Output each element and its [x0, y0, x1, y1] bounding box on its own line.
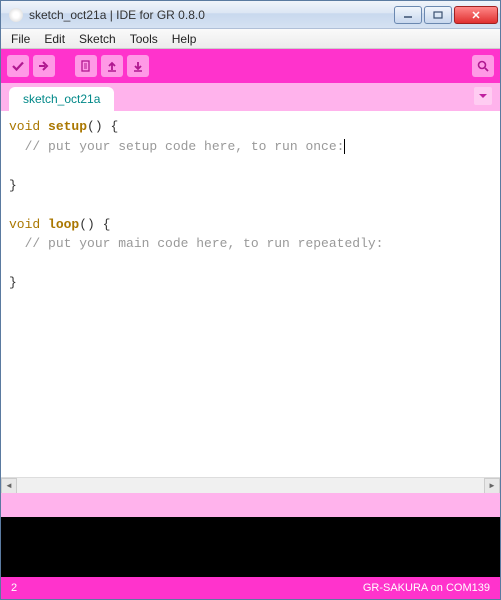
- comment: // put your setup code here, to run once…: [25, 139, 345, 154]
- menu-file[interactable]: File: [5, 30, 36, 48]
- comment: // put your main code here, to run repea…: [25, 236, 384, 251]
- window-title: sketch_oct21a | IDE for GR 0.8.0: [29, 8, 394, 22]
- message-area: [1, 493, 500, 517]
- scroll-right-arrow[interactable]: ►: [484, 478, 500, 494]
- app-icon: [9, 8, 23, 22]
- menu-tools[interactable]: Tools: [124, 30, 164, 48]
- status-board-port: GR-SAKURA on COM139: [363, 582, 490, 594]
- menu-sketch[interactable]: Sketch: [73, 30, 122, 48]
- upload-button[interactable]: [33, 55, 55, 77]
- toolbar: [1, 49, 500, 83]
- serial-monitor-button[interactable]: [472, 55, 494, 77]
- tab-active[interactable]: sketch_oct21a: [9, 87, 114, 111]
- text-cursor: [344, 139, 345, 154]
- function-name: loop: [48, 217, 79, 232]
- menubar: File Edit Sketch Tools Help: [1, 29, 500, 49]
- horizontal-scrollbar[interactable]: ◄ ►: [1, 477, 500, 493]
- tabbar: sketch_oct21a: [1, 83, 500, 111]
- save-button[interactable]: [127, 55, 149, 77]
- menu-help[interactable]: Help: [166, 30, 203, 48]
- status-line-number: 2: [11, 582, 363, 594]
- console-output[interactable]: [1, 517, 500, 577]
- statusbar: 2 GR-SAKURA on COM139: [1, 577, 500, 599]
- scroll-left-arrow[interactable]: ◄: [1, 478, 17, 494]
- minimize-button[interactable]: [394, 6, 422, 24]
- code-editor[interactable]: void setup() { // put your setup code he…: [1, 111, 500, 477]
- verify-button[interactable]: [7, 55, 29, 77]
- close-button[interactable]: [454, 6, 498, 24]
- app-window: sketch_oct21a | IDE for GR 0.8.0 File Ed…: [0, 0, 501, 600]
- tab-menu-button[interactable]: [474, 87, 492, 105]
- menu-edit[interactable]: Edit: [38, 30, 71, 48]
- window-controls: [394, 6, 498, 24]
- keyword: void: [9, 217, 40, 232]
- function-name: setup: [48, 119, 87, 134]
- keyword: void: [9, 119, 40, 134]
- new-button[interactable]: [75, 55, 97, 77]
- titlebar[interactable]: sketch_oct21a | IDE for GR 0.8.0: [1, 1, 500, 29]
- open-button[interactable]: [101, 55, 123, 77]
- maximize-button[interactable]: [424, 6, 452, 24]
